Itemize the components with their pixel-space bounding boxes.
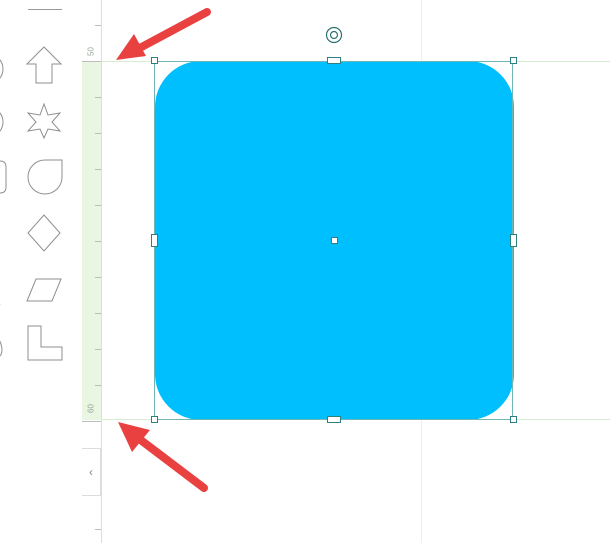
ruler-tick [95,277,101,278]
palette-line-shape[interactable] [28,9,62,10]
parallelogram-shape-icon[interactable] [26,278,62,302]
resize-handle-bottom[interactable] [327,416,341,423]
annotation-arrow-icon [118,422,208,492]
chevron-left-icon: ‹ [89,465,93,479]
ruler-label-60: 60 [86,404,96,413]
resize-handle-top[interactable] [327,57,341,64]
diamond-shape-icon[interactable] [27,214,61,252]
ruler-tick [95,349,101,350]
rounded-rect-shape-icon[interactable] [0,160,8,194]
ruler-tick [95,529,101,530]
resize-handle-left[interactable] [151,234,158,247]
circle-shape-icon[interactable] [0,52,8,86]
teardrop-shape-icon[interactable] [0,332,8,360]
arrow-up-shape-icon[interactable] [25,46,63,84]
resize-handle-bottom-right[interactable] [510,416,517,423]
annotation-arrow-icon [116,8,211,60]
ruler-tick [95,169,101,170]
ruler-tick [95,385,101,386]
ruler-tick [95,97,101,98]
collapse-sidebar-button[interactable]: ‹ [82,448,101,496]
center-handle[interactable] [331,237,338,244]
resize-handle-right[interactable] [510,234,517,247]
shape-palette [0,0,83,543]
ruler-tick [95,205,101,206]
ruler-label-50: 50 [86,47,96,56]
triangle-shape-icon[interactable] [0,220,6,250]
ruler-tick [95,241,101,242]
triangle-shape-icon[interactable] [0,285,6,305]
star-shape-icon[interactable] [26,102,62,140]
resize-handle-top-right[interactable] [510,57,517,64]
ruler-tick [82,61,101,62]
rotate-handle-icon[interactable] [325,26,343,49]
ruler-tick [95,133,101,134]
ruler-tick [95,25,101,26]
l-shape-icon[interactable] [27,325,63,361]
circle-shape-icon[interactable] [0,105,8,139]
teardrop-shape-icon[interactable] [27,159,63,195]
ruler-tick [82,421,101,422]
ruler-tick [95,313,101,314]
